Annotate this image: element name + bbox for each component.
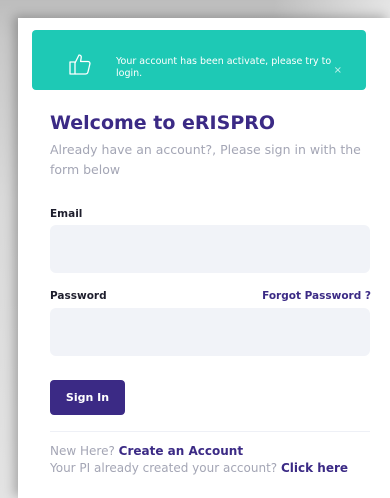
click-here-link[interactable]: Click here (281, 461, 348, 475)
create-account-link[interactable]: Create an Account (119, 444, 243, 458)
sign-in-button[interactable]: Sign In (50, 380, 125, 415)
success-alert: Your account has been activate, please t… (32, 30, 366, 90)
thumbs-up-icon (69, 54, 91, 75)
new-here-line: New Here? Create an Account (50, 444, 243, 458)
email-field[interactable] (50, 225, 370, 273)
password-label: Password (50, 290, 107, 302)
password-field[interactable] (50, 308, 370, 356)
pi-text: Your PI already created your account? (50, 461, 278, 475)
forgot-password-link[interactable]: Forgot Password ? (262, 290, 371, 302)
email-label: Email (50, 208, 83, 220)
pi-account-line: Your PI already created your account? Cl… (50, 461, 348, 475)
close-icon[interactable]: × (334, 65, 342, 76)
page-subtitle: Already have an account?, Please sign in… (50, 142, 361, 177)
divider (50, 431, 370, 432)
new-here-text: New Here? (50, 444, 115, 458)
page-title: Welcome to eRISPRO (50, 112, 276, 134)
alert-message: Your account has been activate, please t… (116, 56, 332, 79)
